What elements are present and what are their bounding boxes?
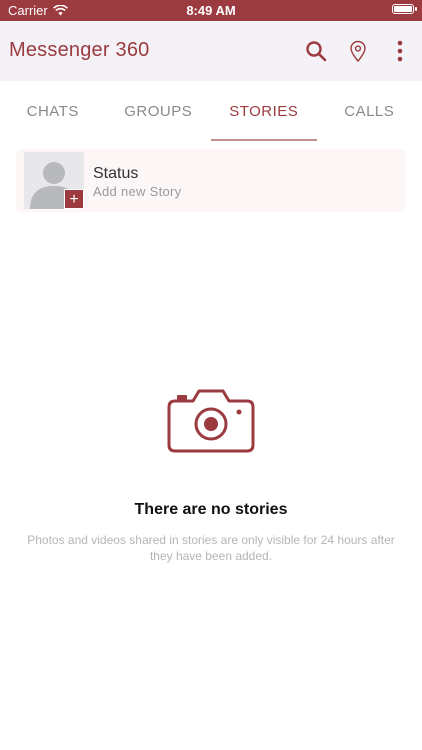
status-time: 8:49 AM (186, 3, 236, 18)
tab-chats[interactable]: CHATS (0, 81, 106, 141)
camera-icon (167, 389, 255, 453)
add-story-card[interactable]: + Status Add new Story (16, 149, 406, 212)
battery-icon (392, 4, 417, 14)
app-title: Messenger 360 (9, 39, 150, 61)
tab-bar: CHATS GROUPS STORIES CALLS (0, 81, 422, 141)
search-button[interactable] (304, 37, 328, 65)
add-story-badge[interactable]: + (64, 189, 84, 209)
empty-state-title: There are no stories (134, 501, 288, 518)
search-icon (306, 41, 327, 62)
status-title: Status (93, 165, 139, 182)
tab-calls[interactable]: CALLS (317, 81, 422, 141)
empty-state-description: Photos and videos shared in stories are … (27, 533, 395, 563)
location-pin-icon (350, 40, 366, 62)
app-actions (304, 37, 412, 65)
tab-stories[interactable]: STORIES (211, 81, 317, 141)
location-button[interactable] (346, 37, 370, 65)
tab-groups[interactable]: GROUPS (106, 81, 212, 141)
status-subtitle: Add new Story (93, 184, 182, 199)
more-vertical-icon (397, 40, 403, 62)
more-options-button[interactable] (388, 37, 412, 65)
status-bar: Carrier 8:49 AM (0, 0, 422, 21)
avatar[interactable]: + (24, 152, 84, 209)
app-bar: Messenger 360 (0, 21, 422, 81)
